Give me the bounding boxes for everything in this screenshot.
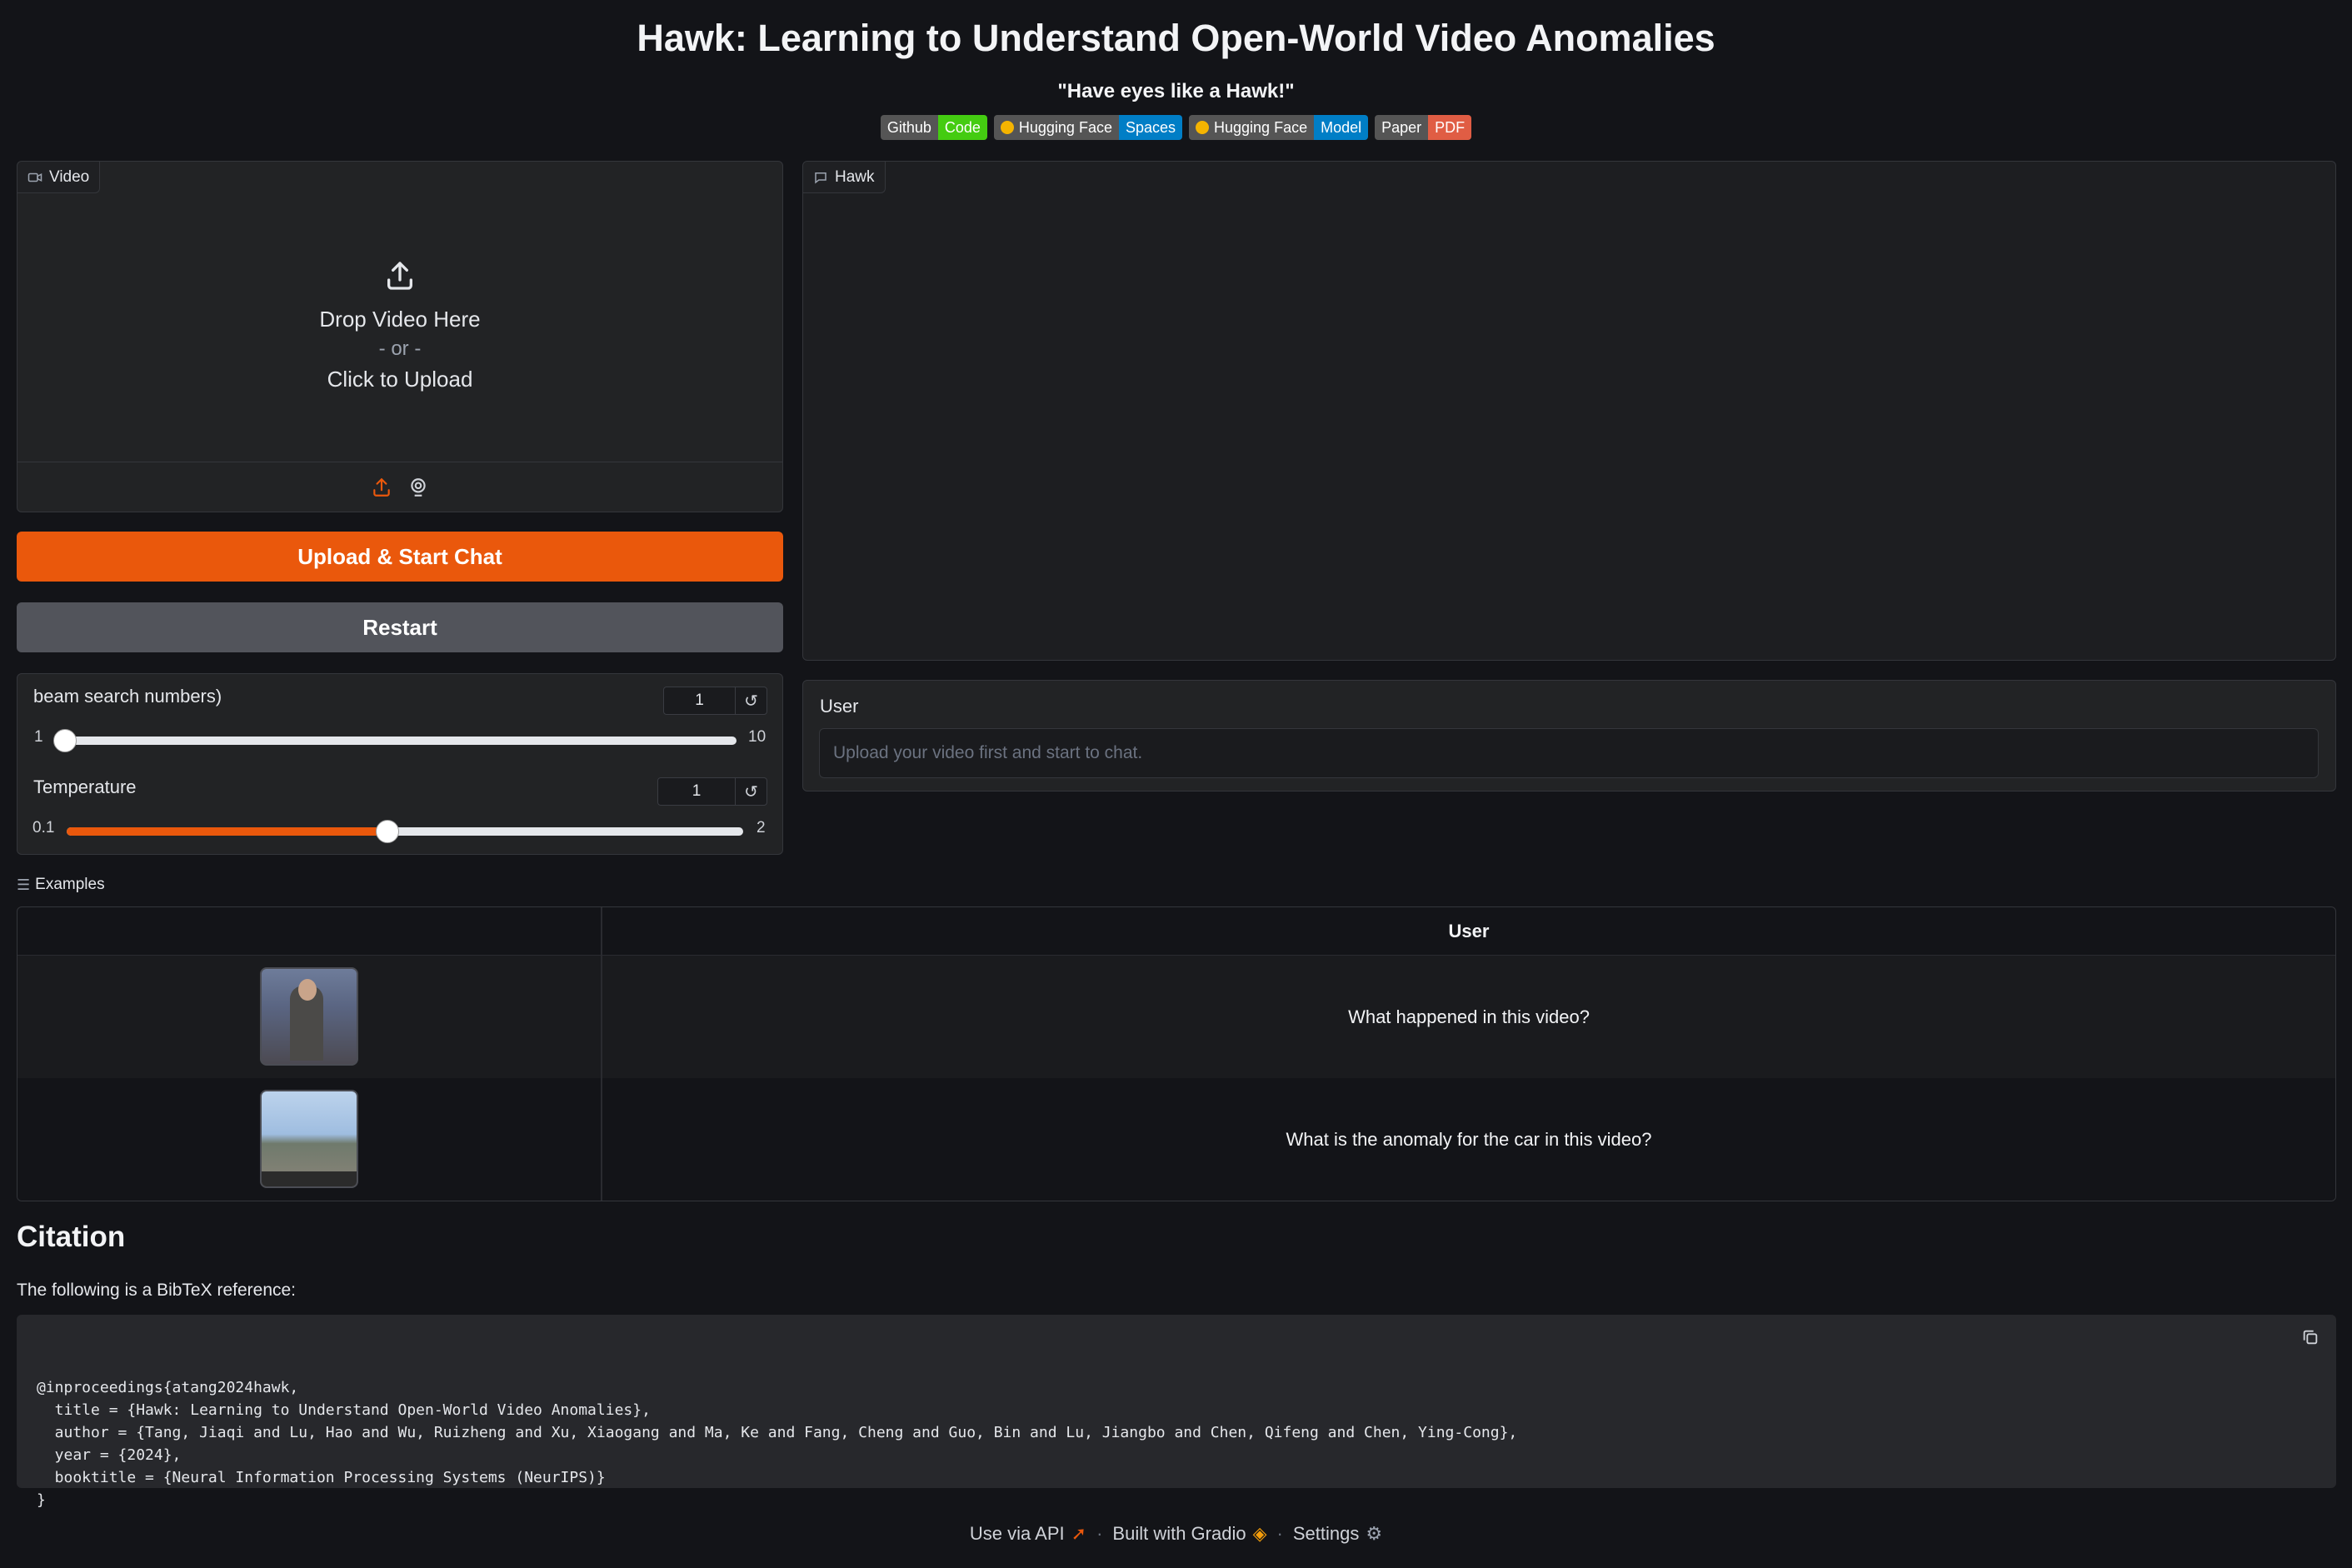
settings-text: Settings <box>1292 1523 1360 1544</box>
chat-bubble-icon <box>815 172 826 184</box>
badge-left: Hugging Face <box>1189 115 1315 140</box>
chatbot-label-text: Hawk <box>835 167 875 186</box>
use-via-api-link[interactable]: Use via API ➚ <box>970 1523 1086 1545</box>
hugging-face-icon <box>1196 121 1210 134</box>
example-row-1[interactable]: What happened in this video? <box>17 956 2335 1078</box>
beam-min: 1 <box>34 728 43 746</box>
video-source-bar <box>17 462 782 512</box>
badge-left-label: Paper <box>1375 115 1429 140</box>
page-title: Hawk: Learning to Understand Open-World … <box>637 17 1715 59</box>
hugging-face-icon <box>1000 121 1014 134</box>
github-code-badge[interactable]: Github Code <box>880 115 987 140</box>
example-video-thumbnail[interactable] <box>260 1090 358 1188</box>
beam-slider-track[interactable] <box>65 737 737 745</box>
badge-row: Github Code Hugging Face Spaces Hugging … <box>0 115 2352 140</box>
examples-table: User What happened in this video? What i… <box>17 906 2336 1201</box>
beam-slider-thumb[interactable] <box>53 729 77 752</box>
temperature-reset-icon[interactable]: ↺ <box>735 778 767 805</box>
badge-right-label: Model <box>1314 115 1369 140</box>
paper-pdf-badge[interactable]: Paper PDF <box>1375 115 1472 140</box>
bibtex-code-block: @inproceedings{atang2024hawk, title = {H… <box>17 1315 2336 1509</box>
temperature-label: Temperature <box>33 777 137 797</box>
restart-button[interactable]: Restart <box>17 602 783 652</box>
temperature-number-input[interactable]: 1 ↺ <box>657 777 767 806</box>
upload-icon <box>387 262 412 290</box>
separator: · <box>1276 1523 1283 1544</box>
use-via-api-text: Use via API <box>969 1523 1065 1544</box>
dashboard-strip <box>262 1171 357 1186</box>
beam-max: 10 <box>748 728 767 746</box>
temperature-value: 1 <box>692 782 702 800</box>
huggingface-spaces-badge[interactable]: Hugging Face Spaces <box>993 115 1183 140</box>
citation-intro: The following is a BibTeX reference: <box>17 1281 297 1300</box>
video-label: Video <box>17 162 101 193</box>
webcam-icon[interactable] <box>407 477 429 498</box>
drop-or-text: - or - <box>378 337 422 360</box>
built-with-gradio-link[interactable]: Built with Gradio ◈ <box>1112 1523 1266 1545</box>
user-input-label: User <box>820 696 859 717</box>
video-label-text: Video <box>49 167 90 186</box>
video-upload-panel: Video Drop Video Here - or - Click to Up… <box>17 161 783 512</box>
upload-start-chat-button[interactable]: Upload & Start Chat <box>17 532 783 582</box>
example-video-thumbnail[interactable] <box>260 967 358 1066</box>
example-prompt: What happened in this video? <box>1348 1006 1590 1027</box>
gradio-logo-icon: ◈ <box>1252 1523 1267 1544</box>
separator: · <box>1096 1523 1103 1544</box>
user-message-input[interactable]: Upload your video first and start to cha… <box>819 728 2319 778</box>
beam-value: 1 <box>695 692 704 709</box>
video-dropzone[interactable]: Drop Video Here - or - Click to Upload <box>17 193 782 460</box>
chatbot-label: Hawk <box>803 162 886 193</box>
page-tagline: "Have eyes like a Hawk!" <box>1057 80 1295 102</box>
badge-left-label: Github <box>880 115 938 140</box>
huggingface-model-badge[interactable]: Hugging Face Model <box>1189 115 1369 140</box>
upload-source-icon[interactable] <box>371 477 392 498</box>
beam-reset-icon[interactable]: ↺ <box>735 687 767 714</box>
user-input-panel: User Upload your video first and start t… <box>802 680 2336 791</box>
column-header-user: User <box>1448 921 1490 941</box>
beam-number-input[interactable]: 1 ↺ <box>663 687 767 715</box>
temperature-slider-fill <box>67 827 387 836</box>
examples-header-row: User <box>17 907 2335 956</box>
rocket-icon: ➚ <box>1071 1523 1087 1544</box>
examples-header: ☰ Examples <box>17 876 105 894</box>
badge-right-label: PDF <box>1428 115 1472 140</box>
click-upload-text: Click to Upload <box>327 367 473 392</box>
temperature-slider-thumb[interactable] <box>375 820 399 843</box>
video-camera-icon <box>27 172 42 182</box>
badge-left-label: Hugging Face <box>1214 118 1308 136</box>
examples-label: Examples <box>35 876 105 893</box>
footer: Use via API ➚ · Built with Gradio ◈ · Se… <box>0 1523 2352 1545</box>
beam-search-label: beam search numbers) <box>33 686 222 707</box>
badge-right-label: Code <box>937 115 987 140</box>
copy-icon[interactable] <box>2301 1328 2320 1346</box>
example-row-2[interactable]: What is the anomaly for the car in this … <box>17 1078 2335 1201</box>
temperature-max: 2 <box>757 819 766 836</box>
person-head <box>298 979 317 1001</box>
list-icon: ☰ <box>17 876 31 893</box>
gear-icon: ⚙ <box>1366 1523 1383 1544</box>
drop-text: Drop Video Here <box>319 307 481 332</box>
settings-link[interactable]: Settings ⚙ <box>1293 1523 1382 1545</box>
column-divider <box>601 907 602 1201</box>
chatbot-panel: Hawk <box>802 161 2336 661</box>
citation-heading: Citation <box>17 1221 126 1253</box>
example-prompt: What is the anomaly for the car in this … <box>1286 1128 1652 1150</box>
bibtex-text: @inproceedings{atang2024hawk, title = {H… <box>37 1379 1518 1509</box>
temperature-min: 0.1 <box>32 819 55 836</box>
parameters-panel: beam search numbers) 1 ↺ 1 10 Temperatur… <box>17 673 783 855</box>
built-with-gradio-text: Built with Gradio <box>1112 1523 1246 1544</box>
badge-left: Hugging Face <box>993 115 1119 140</box>
badge-left-label: Hugging Face <box>1018 118 1112 136</box>
badge-right-label: Spaces <box>1118 115 1183 140</box>
